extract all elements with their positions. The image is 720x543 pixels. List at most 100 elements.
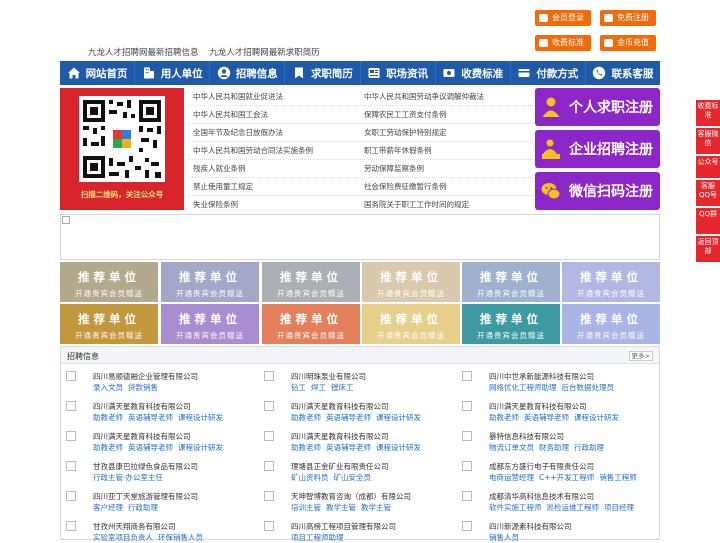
- company-name[interactable]: 四川亚丁天堂旅游管理有限公司: [93, 491, 198, 502]
- recommend-tile[interactable]: 推荐单位 开通贵宾会员赠送: [262, 304, 360, 344]
- positions: 助教老师 英语辅导老师 课程设计研发: [93, 443, 223, 452]
- building-icon: [142, 66, 156, 80]
- company-name[interactable]: 成都东方盛行电子有限责任公司: [489, 461, 594, 472]
- side-official-account-button[interactable]: 公众号: [696, 156, 720, 178]
- positions: 助教老师 英语辅导老师 课程设计研发: [93, 413, 223, 422]
- company-logo: [66, 401, 76, 411]
- recommend-tile[interactable]: 推荐单位 开通贵宾会员赠送: [60, 304, 158, 344]
- law-link[interactable]: 全国年节及纪念日放假办法: [193, 127, 283, 138]
- company-name[interactable]: 四川高榜工程项目管理有限公司: [291, 521, 396, 532]
- user-icon: [217, 66, 231, 80]
- nav-employers[interactable]: 用人单位: [135, 61, 211, 85]
- side-back-to-top-button[interactable]: 返回顶部: [696, 236, 720, 262]
- law-link[interactable]: 中华人民共和国劳动争议调解仲裁法: [364, 91, 484, 102]
- positions: 项目工程师助理: [291, 533, 344, 542]
- company-name[interactable]: 四川满天星教育科技有限公司: [291, 401, 389, 412]
- bookmark-icon: [292, 66, 306, 80]
- law-link[interactable]: 保障农民工工资支付条例: [364, 109, 447, 120]
- law-link[interactable]: 女职工劳动保护特别规定: [364, 127, 447, 138]
- recommend-tile[interactable]: 推荐单位 开通贵宾会员赠送: [562, 304, 660, 344]
- recommend-tile[interactable]: 推荐单位 开通贵宾会员赠送: [262, 262, 360, 302]
- more-link[interactable]: 更多>: [628, 351, 653, 361]
- divider: [188, 159, 533, 160]
- company-name[interactable]: 四川满天星教育科技有限公司: [93, 431, 191, 442]
- ad-banner[interactable]: [60, 214, 660, 260]
- company-name[interactable]: 四川易顺德融企业管理有限公司: [93, 371, 198, 382]
- recruit-section: 招聘信息 更多> 四川易顺德融企业管理有限公司 录入文员 贷款销售 四川满天星教育科…: [60, 346, 660, 542]
- company-name[interactable]: 四川满天星教育科技有限公司: [489, 401, 587, 412]
- recommend-tile[interactable]: 推荐单位 开通贵宾会员赠送: [362, 262, 460, 302]
- recommend-tile[interactable]: 推荐单位 开通贵宾会员赠送: [562, 262, 660, 302]
- recruit-header: 招聘信息 更多>: [61, 347, 659, 364]
- law-link[interactable]: 残疾人就业条例: [193, 163, 246, 174]
- fees-button[interactable]: 收费标准: [535, 35, 591, 51]
- nav-news[interactable]: 职场资讯: [361, 61, 436, 85]
- positions: 助教老师 英语辅导老师 课程设计研发: [489, 413, 619, 422]
- recommend-tile[interactable]: 推荐单位 开通贵宾会员赠送: [161, 304, 259, 344]
- side-fees-button[interactable]: 收费标准: [696, 100, 720, 126]
- latest-resumes-link[interactable]: 九龙人才招聘网最新求职简历: [209, 48, 320, 58]
- company-name[interactable]: 四川满天星教育科技有限公司: [291, 431, 389, 442]
- side-qq-group-button[interactable]: QQ群: [696, 208, 720, 234]
- top-links: 九龙人才招聘网最新招聘信息 九龙人才招聘网最新求职简历: [88, 46, 328, 58]
- company-logo: [66, 371, 76, 381]
- positions: 物流订单文员 财务助理 行政助理: [489, 443, 604, 452]
- positions: 助教老师 英语辅导老师 课程设计研发: [291, 443, 421, 452]
- company-register-button[interactable]: 企业招聘注册: [535, 130, 660, 168]
- money-icon: [442, 66, 456, 80]
- wechat-icon: [541, 183, 561, 200]
- law-link[interactable]: 失业保险条例: [193, 199, 238, 210]
- news-icon: [367, 66, 381, 80]
- law-link[interactable]: 禁止使用童工规定: [193, 181, 253, 192]
- person-icon: [542, 97, 560, 117]
- law-link[interactable]: 职工带薪年休假条例: [364, 145, 432, 156]
- recommend-tile[interactable]: 推荐单位 开通贵宾会员赠送: [161, 262, 259, 302]
- register-button[interactable]: 免费注册: [600, 10, 656, 26]
- main-nav: 网站首页 用人单位 招聘信息 求职简历 职场资讯 收费标准 付款方式 联系客服: [60, 61, 660, 85]
- login-button[interactable]: 会员登录: [535, 10, 591, 26]
- user-icon: [539, 14, 548, 22]
- company-name[interactable]: 理塘县正金矿业有限责任公司: [291, 461, 389, 472]
- company-logo: [264, 461, 274, 471]
- nav-jobs[interactable]: 招聘信息: [210, 61, 286, 85]
- latest-jobs-link[interactable]: 九龙人才招聘网最新招聘信息: [88, 48, 199, 58]
- recommend-tile[interactable]: 推荐单位 开通贵宾会员赠送: [462, 304, 560, 344]
- company-name[interactable]: 天坤智博教育咨询（成都）有限公司: [291, 491, 411, 502]
- law-link[interactable]: 劳动保障监察条例: [364, 163, 424, 174]
- recharge-button[interactable]: 金币充值: [600, 35, 656, 51]
- company-name[interactable]: 暴特信息科技有限公司: [489, 431, 564, 442]
- qr-panel: 扫描二维码，关注公众号: [60, 88, 184, 210]
- company-logo: [66, 461, 76, 471]
- recommend-tile[interactable]: 推荐单位 开通贵宾会员赠送: [462, 262, 560, 302]
- law-link[interactable]: 中华人民共和国劳动合同法实施条例: [193, 145, 313, 156]
- company-name[interactable]: 四川新源素科技有限公司: [489, 521, 572, 532]
- company-name[interactable]: 甘孜县康巴拉绿色食品有限公司: [93, 461, 198, 472]
- company-name[interactable]: 成都清华高科信息技术有限公司: [489, 491, 594, 502]
- nav-payment[interactable]: 付款方式: [511, 61, 586, 85]
- positions: 行政主管·办公室主任: [93, 473, 163, 482]
- company-name[interactable]: 四川满天星教育科技有限公司: [93, 401, 191, 412]
- company-logo: [462, 461, 472, 471]
- company-name[interactable]: 四川中世承新能源科技有限公司: [489, 371, 594, 382]
- recommend-tile[interactable]: 推荐单位 开通贵宾会员赠送: [60, 262, 158, 302]
- law-link[interactable]: 社会保险费征缴暂行条例: [364, 181, 447, 192]
- nav-resumes[interactable]: 求职简历: [285, 61, 361, 85]
- law-link[interactable]: 中华人民共和国就业促进法: [193, 91, 283, 102]
- company-logo: [462, 491, 472, 501]
- nav-home[interactable]: 网站首页: [60, 61, 136, 85]
- law-link[interactable]: 中华人民共和国工会法: [193, 109, 268, 120]
- phone-icon: [592, 66, 606, 80]
- broken-image-icon: [62, 216, 70, 224]
- recommend-tile[interactable]: 推荐单位 开通贵宾会员赠送: [362, 304, 460, 344]
- nav-contact[interactable]: 联系客服: [586, 61, 660, 85]
- company-logo: [264, 371, 274, 381]
- company-name[interactable]: 四川明珠泵业有限公司: [291, 371, 366, 382]
- side-qq-button[interactable]: 客服QQ号: [696, 180, 720, 206]
- law-link[interactable]: 国务院关于职工工作时间的规定: [364, 199, 469, 210]
- company-logo: [462, 431, 472, 441]
- side-wechat-button[interactable]: 客服微信: [696, 128, 720, 154]
- personal-register-button[interactable]: 个人求职注册: [535, 88, 660, 126]
- wechat-register-button[interactable]: 微信扫码注册: [535, 172, 660, 210]
- nav-fees[interactable]: 收费标准: [436, 61, 511, 85]
- company-name[interactable]: 甘孜州天翔商务有限公司: [93, 521, 176, 532]
